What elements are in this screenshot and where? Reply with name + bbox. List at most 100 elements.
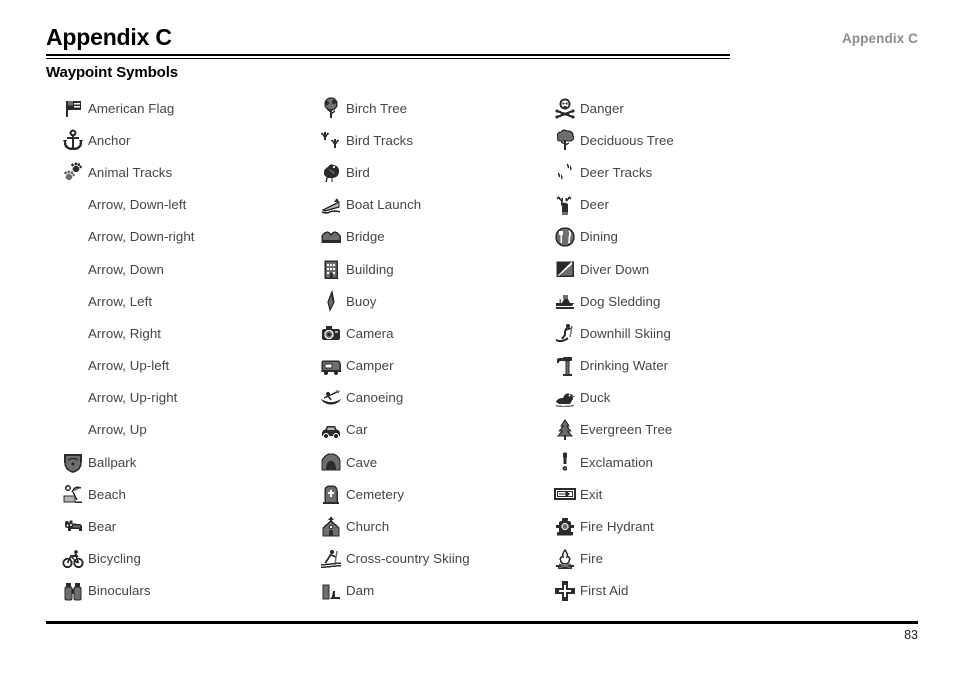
symbol-label: Arrow, Down-right	[88, 229, 195, 245]
symbol-row: Buoy	[320, 285, 470, 317]
symbol-label: Deciduous Tree	[580, 132, 674, 148]
symbol-label: Cemetery	[346, 486, 405, 502]
symbol-column-1: American Flag Anchor Animal Tracks Arrow, D…	[62, 92, 195, 607]
symbol-label: Fire	[580, 551, 604, 567]
arrow-up-icon	[62, 418, 88, 442]
cave-icon	[320, 450, 346, 474]
building-icon	[320, 257, 346, 281]
symbol-label: Bear	[88, 519, 117, 535]
symbol-label: Dining	[580, 229, 618, 245]
dam-icon	[320, 579, 346, 603]
symbol-row: Fire Hydrant	[554, 510, 674, 542]
symbol-label: Binoculars	[88, 583, 151, 599]
footer-rule	[46, 621, 918, 624]
symbol-label: Arrow, Up-right	[88, 390, 178, 406]
symbol-row: Arrow, Down	[62, 253, 195, 285]
title-rule-thin	[46, 58, 730, 59]
symbol-row: Ballpark	[62, 446, 195, 478]
symbol-label: Danger	[580, 100, 624, 116]
symbol-row: Duck	[554, 382, 674, 414]
evergreen-tree-icon	[554, 418, 580, 442]
symbol-label: Exit	[580, 486, 603, 502]
section-subheading: Waypoint Symbols	[46, 64, 179, 81]
symbol-row: American Flag	[62, 92, 195, 124]
symbol-row: Fire	[554, 543, 674, 575]
symbol-label: Anchor	[88, 132, 131, 148]
symbol-label: Bird Tracks	[346, 132, 414, 148]
symbol-row: Animal Tracks	[62, 156, 195, 188]
cemetery-icon	[320, 482, 346, 506]
camera-icon	[320, 321, 346, 345]
binoculars-icon	[62, 579, 88, 603]
diver-down-icon	[554, 257, 580, 281]
symbol-row: Bear	[62, 510, 195, 542]
arrow-up-right-icon	[62, 386, 88, 410]
deer-icon	[554, 193, 580, 217]
symbol-row: Car	[320, 414, 470, 446]
danger-icon	[554, 96, 580, 120]
arrow-left-icon	[62, 289, 88, 313]
downhill-skiing-icon	[554, 321, 580, 345]
symbol-label: Camper	[346, 358, 394, 374]
symbol-column-2: Birch Tree Bird Tracks Bird Boat Launch Brid…	[320, 92, 470, 607]
symbol-row: First Aid	[554, 575, 674, 607]
american-flag-icon	[62, 96, 88, 120]
title-rule-thick	[46, 54, 730, 56]
symbol-label: Evergreen Tree	[580, 422, 673, 438]
symbol-row: Birch Tree	[320, 92, 470, 124]
deer-tracks-icon	[554, 160, 580, 184]
symbol-row: Arrow, Down-left	[62, 189, 195, 221]
symbol-label: Animal Tracks	[88, 164, 173, 180]
symbol-label: Bridge	[346, 229, 385, 245]
symbol-row: Arrow, Up	[62, 414, 195, 446]
symbol-row: Binoculars	[62, 575, 195, 607]
symbol-row: Drinking Water	[554, 350, 674, 382]
duck-icon	[554, 386, 580, 410]
symbol-label: Bird	[346, 164, 370, 180]
anchor-icon	[62, 128, 88, 152]
symbol-row: Cross-country Skiing	[320, 543, 470, 575]
symbol-label: Arrow, Right	[88, 325, 162, 341]
symbol-row: Arrow, Left	[62, 285, 195, 317]
symbol-label: Fire Hydrant	[580, 519, 654, 535]
symbol-label: Downhill Skiing	[580, 325, 671, 341]
symbol-label: Cave	[346, 454, 378, 470]
page-title: Appendix C	[46, 24, 172, 50]
symbol-row: Evergreen Tree	[554, 414, 674, 446]
symbol-label: Arrow, Down	[88, 261, 164, 277]
symbol-label: Birch Tree	[346, 100, 408, 116]
symbol-row: Arrow, Right	[62, 317, 195, 349]
symbol-label: Canoeing	[346, 390, 404, 406]
running-header: Appendix C	[841, 31, 918, 46]
symbol-row: Exit	[554, 478, 674, 510]
symbol-label: Duck	[580, 390, 611, 406]
symbol-label: Deer Tracks	[580, 164, 653, 180]
symbol-row: Anchor	[62, 124, 195, 156]
arrow-down-left-icon	[62, 193, 88, 217]
arrow-right-icon	[62, 321, 88, 345]
symbol-row: Cave	[320, 446, 470, 478]
ballpark-icon	[62, 450, 88, 474]
deciduous-tree-icon	[554, 128, 580, 152]
animal-tracks-icon	[62, 160, 88, 184]
symbol-label: Cross-country Skiing	[346, 551, 470, 567]
symbol-row: Exclamation	[554, 446, 674, 478]
symbol-column-3: Danger Deciduous Tree Deer Tracks Deer Dinin…	[554, 92, 674, 607]
symbol-label: Car	[346, 422, 368, 438]
fire-hydrant-icon	[554, 515, 580, 539]
arrow-down-right-icon	[62, 225, 88, 249]
car-icon	[320, 418, 346, 442]
symbol-row: Beach	[62, 478, 195, 510]
dog-sledding-icon	[554, 289, 580, 313]
bird-icon	[320, 160, 346, 184]
appendix-page: Appendix C Appendix C Waypoint Symbols A…	[0, 0, 954, 682]
symbol-row: Bird Tracks	[320, 124, 470, 156]
symbol-label: Dog Sledding	[580, 293, 661, 309]
symbol-row: Dining	[554, 221, 674, 253]
symbol-row: Bridge	[320, 221, 470, 253]
symbol-row: Deer Tracks	[554, 156, 674, 188]
symbol-label: Exclamation	[580, 454, 653, 470]
bear-icon	[62, 515, 88, 539]
symbol-row: Church	[320, 510, 470, 542]
symbol-row: Canoeing	[320, 382, 470, 414]
